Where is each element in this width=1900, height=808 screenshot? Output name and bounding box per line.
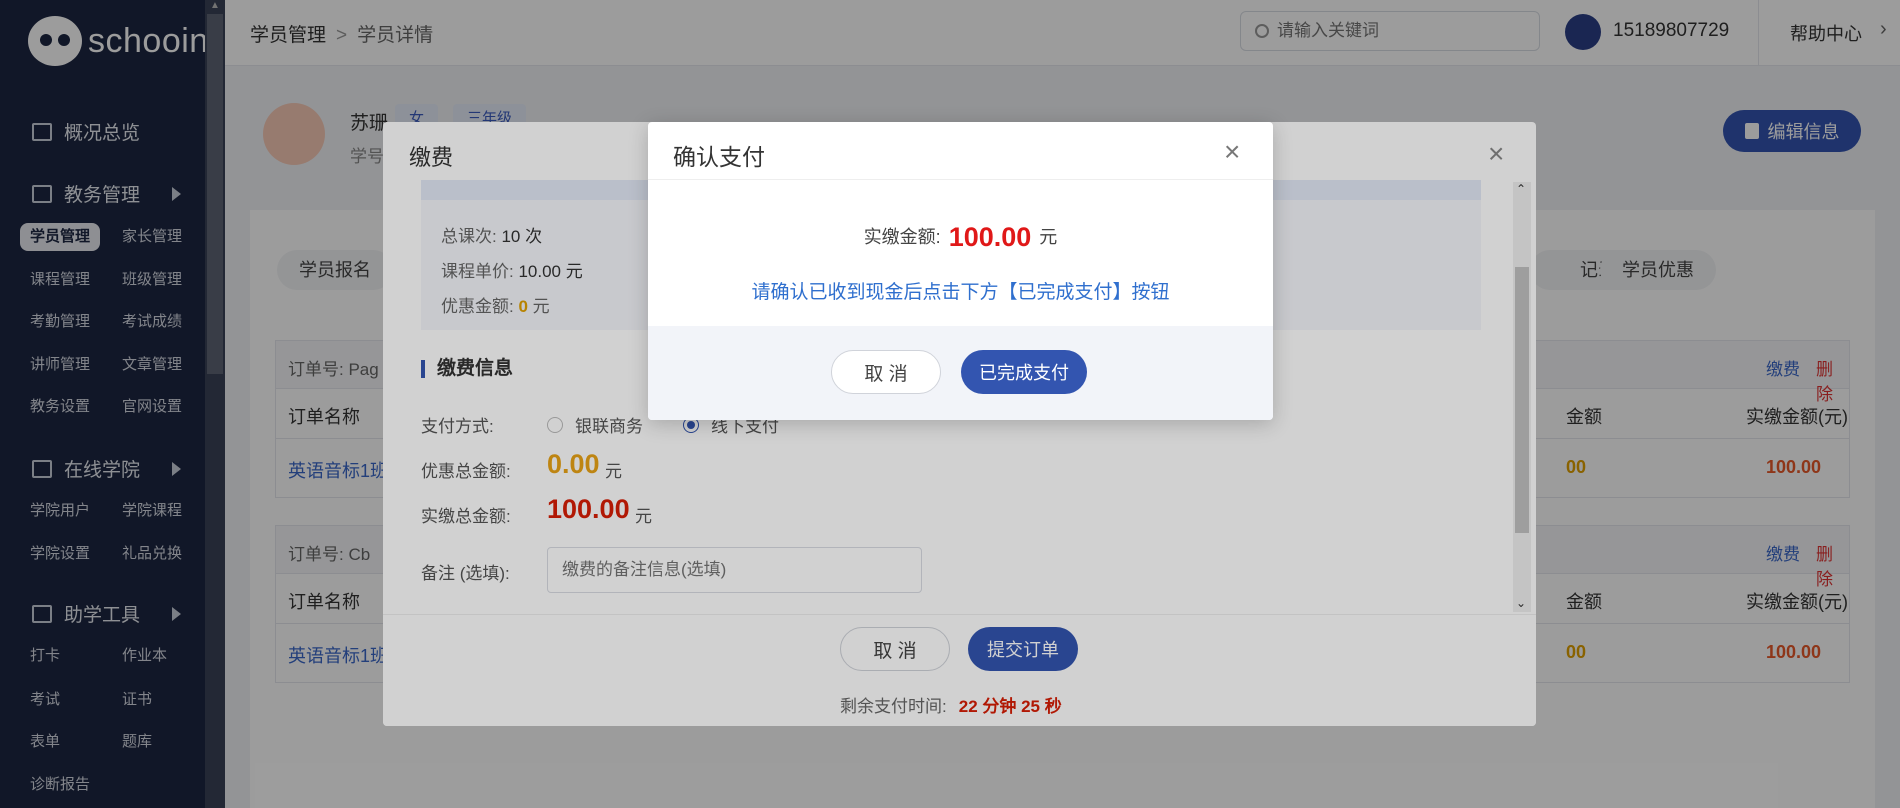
- paid-amount-line: 实缴金额: 100.00 元: [648, 222, 1273, 253]
- cancel-button[interactable]: 取 消: [831, 350, 941, 394]
- dialog-footer: 取 消 已完成支付: [648, 326, 1273, 420]
- dialog-title: 确认支付: [673, 144, 765, 170]
- divider: [648, 179, 1273, 180]
- confirm-hint: 请确认已收到现金后点击下方【已完成支付】按钮: [751, 282, 1170, 303]
- amount-unit: 元: [1039, 227, 1058, 247]
- payment-completed-button[interactable]: 已完成支付: [961, 350, 1087, 394]
- amount-label: 实缴金额:: [863, 227, 941, 247]
- amount-value: 100.00: [948, 222, 1032, 252]
- confirm-payment-dialog: 确认支付 × 实缴金额: 100.00 元 请确认已收到现金后点击下方【已完成支付】…: [648, 122, 1273, 420]
- close-icon[interactable]: ×: [1224, 138, 1240, 166]
